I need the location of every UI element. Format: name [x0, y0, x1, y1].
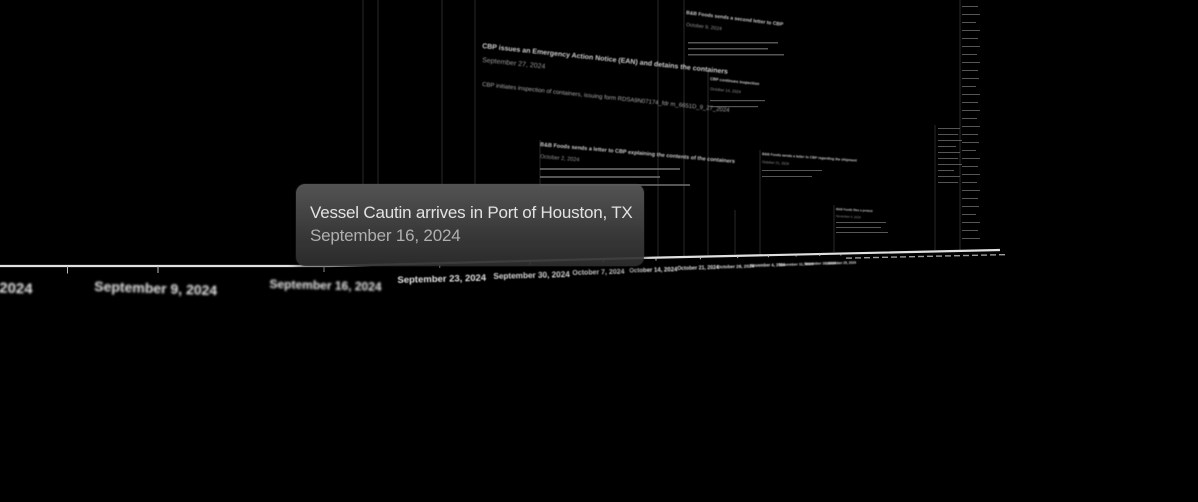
axis-tick-label: September 9, 2024 — [94, 278, 218, 298]
far-tick-label-texture — [891, 256, 897, 258]
far-tick-label-texture — [882, 256, 888, 258]
axis-tick-label: September 16, 2024 — [269, 277, 382, 294]
event-card[interactable]: CBP issues an Emergency Action Notice (E… — [482, 43, 731, 114]
far-tick-label-texture — [990, 254, 996, 256]
far-tick-label-texture — [855, 257, 861, 259]
far-tick-label-texture — [963, 254, 969, 257]
axis-tick-label: September 23, 2024 — [397, 273, 487, 286]
far-tick-label-texture — [909, 256, 915, 258]
axis-tick-label: October 21, 2024 — [677, 265, 719, 272]
far-tick-label-texture — [900, 256, 906, 258]
far-tick-label-texture — [972, 254, 978, 256]
event-date: September 27, 2024 — [482, 57, 546, 71]
far-tick-label-texture — [981, 254, 987, 256]
far-tick-label-texture — [846, 257, 852, 259]
tooltip-title: Vessel Cautin arrives in Port of Houston… — [310, 203, 633, 222]
event-title: CBP continues inspection — [710, 76, 760, 86]
event-date: October 9, 2024 — [686, 22, 723, 32]
tooltip-date: September 16, 2024 — [310, 226, 461, 245]
axis-tick-label: October 7, 2024 — [572, 269, 624, 277]
far-tick-label-texture — [864, 257, 870, 259]
event-date: November 4, 2024 — [836, 214, 861, 219]
far-tick-label-texture — [936, 255, 942, 257]
event-date: October 21, 2024 — [762, 160, 789, 166]
axis-tick-label: October 28, 2024 — [717, 264, 754, 270]
far-tick-label-texture — [954, 255, 960, 257]
far-tick-label-texture — [945, 255, 951, 257]
event-date: October 14, 2024 — [710, 86, 742, 94]
event-card[interactable]: CBP continues inspection October 14, 202… — [710, 76, 760, 94]
axis-tick-label: November 25, 2024 — [826, 261, 856, 266]
far-tick-label-texture — [918, 255, 924, 258]
event-card[interactable]: B&B Foods sends a second letter to CBP O… — [686, 10, 784, 32]
event-card[interactable]: B&B Foods sends a letter to CBP regardin… — [762, 152, 858, 166]
axis-tick-label: 2024 — [0, 279, 34, 297]
event-tooltip: Vessel Cautin arrives in Port of Houston… — [296, 184, 644, 266]
event-card[interactable]: B&B Foods files a protest November 4, 20… — [836, 207, 873, 219]
event-date: October 2, 2024 — [540, 154, 580, 163]
event-title: B&B Foods files a protest — [836, 207, 873, 213]
event-title: CBP issues an Emergency Action Notice (E… — [482, 43, 728, 76]
event-body: CBP initiates inspection of containers, … — [482, 82, 731, 114]
far-tick-label-texture — [873, 256, 879, 259]
event-card[interactable]: B&B Foods sends a letter to CBP explaini… — [540, 142, 735, 165]
axis-tick-label: October 14, 2024 — [629, 267, 678, 274]
far-tick-label-texture — [927, 255, 933, 257]
axis-tick-label: September 30, 2024 — [493, 270, 570, 281]
far-tick-label-texture — [999, 254, 1005, 256]
